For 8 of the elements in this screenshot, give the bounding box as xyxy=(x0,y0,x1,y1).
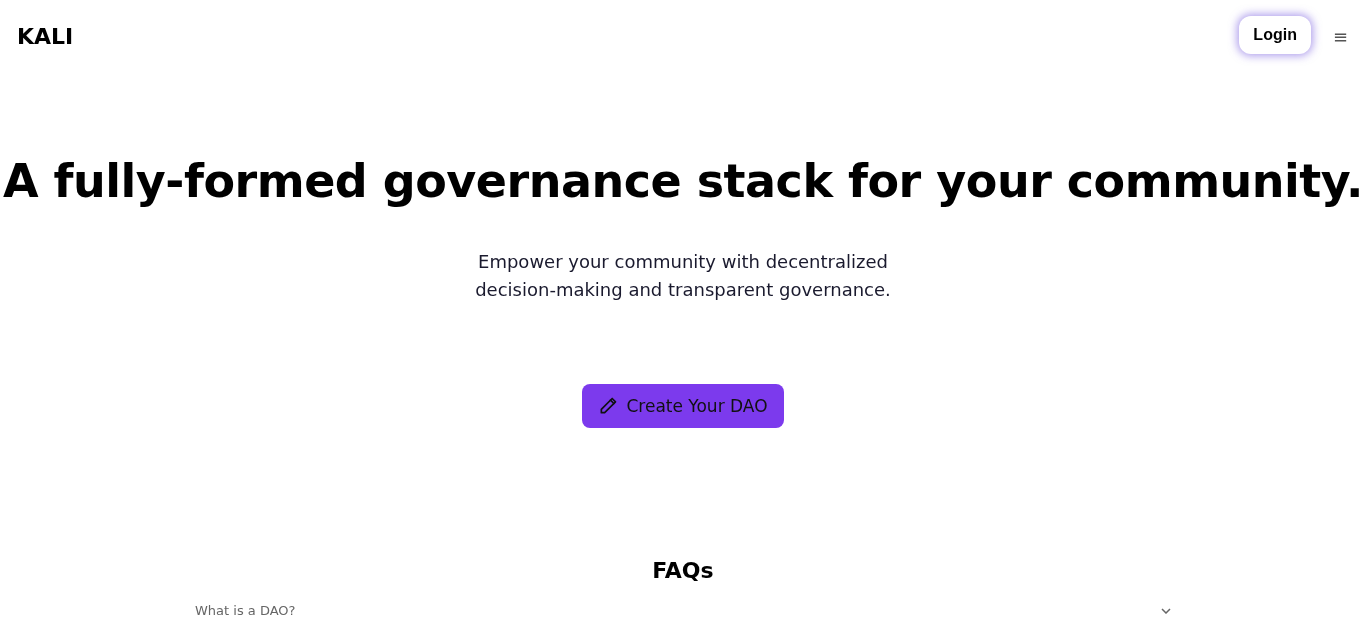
menu-icon[interactable]: ≡ xyxy=(1332,25,1348,47)
faq-question[interactable]: What is a DAO? xyxy=(195,603,1171,618)
login-button[interactable]: Login xyxy=(1239,16,1311,54)
logo: KALI xyxy=(17,23,74,49)
faqs-heading: FAQs xyxy=(652,558,714,583)
headline: A fully-formed governance stack for your community. xyxy=(2,154,1364,208)
subtitle: Empower your community with decentralized decision-making and transparent governance. xyxy=(474,250,892,302)
pencil-icon xyxy=(598,396,619,416)
